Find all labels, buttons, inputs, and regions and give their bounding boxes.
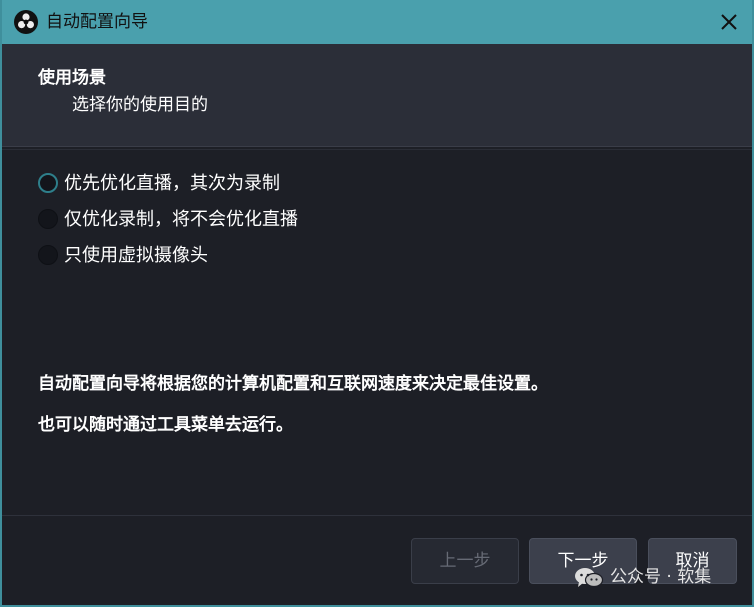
option-record-only[interactable]: 仅优化录制，将不会优化直播 bbox=[38, 208, 338, 234]
title-bar: 自动配置向导 bbox=[2, 0, 752, 44]
back-button[interactable]: 上一步 bbox=[411, 538, 519, 584]
radio-button[interactable] bbox=[38, 209, 58, 229]
wechat-icon bbox=[575, 568, 604, 588]
close-icon bbox=[721, 14, 737, 30]
close-button[interactable] bbox=[714, 8, 744, 36]
option-virtual-camera[interactable]: 只使用虚拟摄像头 bbox=[38, 244, 238, 270]
page-title: 使用场景 bbox=[38, 68, 106, 88]
info-text-1: 自动配置向导将根据您的计算机配置和互联网速度来决定最佳设置。 bbox=[38, 374, 548, 394]
option-label: 只使用虚拟摄像头 bbox=[64, 245, 208, 266]
option-stream-first[interactable]: 优先优化直播，其次为录制 bbox=[38, 172, 338, 198]
page-subtitle: 选择你的使用目的 bbox=[72, 95, 208, 115]
obs-icon bbox=[14, 10, 38, 34]
info-text-2: 也可以随时通过工具菜单去运行。 bbox=[38, 415, 293, 435]
header-divider bbox=[2, 146, 752, 147]
page-header: 使用场景 选择你的使用目的 bbox=[2, 44, 752, 146]
radio-button[interactable] bbox=[38, 245, 58, 265]
auto-config-wizard-window: 自动配置向导 使用场景 选择你的使用目的 优先优化直播，其次为录制 仅优化录制，… bbox=[0, 0, 754, 607]
option-label: 优先优化直播，其次为录制 bbox=[64, 173, 280, 194]
header-divider-shadow bbox=[2, 149, 752, 150]
watermark-text: 公众号 · 软集 bbox=[610, 567, 712, 587]
window-title: 自动配置向导 bbox=[46, 12, 148, 32]
radio-button[interactable] bbox=[38, 173, 58, 193]
option-label: 仅优化录制，将不会优化直播 bbox=[64, 209, 298, 230]
footer-divider bbox=[2, 515, 752, 516]
